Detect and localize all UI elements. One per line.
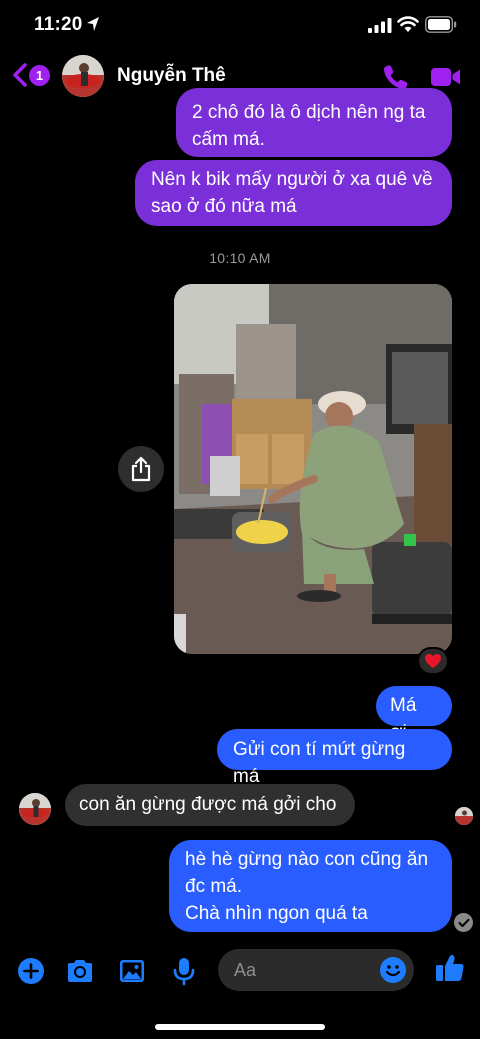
message-bubble-sent[interactable]: Má ơi bbox=[376, 686, 452, 743]
home-indicator[interactable] bbox=[155, 1024, 325, 1030]
message-text: đc má. bbox=[185, 876, 243, 897]
wifi-icon bbox=[397, 16, 419, 32]
battery-icon bbox=[425, 16, 457, 33]
heart-reaction[interactable] bbox=[417, 647, 449, 675]
message-text: cấm má. bbox=[192, 129, 265, 150]
message-text: con ăn gừng được má gởi cho bbox=[79, 794, 337, 815]
emoji-icon[interactable] bbox=[379, 956, 407, 984]
photo-message[interactable] bbox=[174, 284, 452, 654]
message-text: Nên k bik mấy người ở xa quê về bbox=[151, 169, 433, 190]
message-text: sao ở đó nữa má bbox=[151, 196, 297, 217]
message-bubble-sent[interactable]: Nên k bik mấy người ở xa quê về sao ở đó… bbox=[135, 160, 452, 226]
message-bubble-received[interactable]: Gửi con tí mứt gừng má con ăn gừng được … bbox=[65, 784, 355, 826]
message-text: Gửi con tí mứt gừng má bbox=[233, 739, 406, 787]
status-bar: 11:20 bbox=[0, 0, 480, 50]
camera-icon[interactable] bbox=[65, 956, 95, 986]
message-bubble-sent[interactable]: hè hè gừng nào con cũng ăn đc má. Chà nh… bbox=[169, 840, 452, 932]
delivered-check-icon bbox=[454, 913, 473, 932]
share-button[interactable] bbox=[118, 446, 164, 492]
message-text: Chà nhìn ngon quá ta bbox=[185, 903, 368, 924]
share-icon bbox=[131, 456, 151, 482]
message-input[interactable] bbox=[234, 949, 374, 991]
contact-avatar-small[interactable] bbox=[19, 793, 51, 825]
message-timestamp: 10:10 AM bbox=[209, 250, 271, 266]
seen-indicator-avatar bbox=[455, 807, 473, 825]
message-input-container[interactable] bbox=[218, 949, 414, 991]
video-camera-icon[interactable] bbox=[430, 65, 462, 89]
message-text: hè hè gừng nào con cũng ăn bbox=[185, 849, 429, 870]
plus-icon[interactable] bbox=[16, 956, 46, 986]
status-time: 11:20 bbox=[34, 14, 83, 35]
photo-image bbox=[174, 284, 452, 654]
heart-icon bbox=[425, 654, 441, 668]
microphone-icon[interactable] bbox=[169, 956, 199, 986]
contact-avatar[interactable] bbox=[62, 55, 104, 97]
contact-name[interactable]: Nguyễn Thê bbox=[117, 65, 226, 87]
phone-icon[interactable] bbox=[382, 63, 410, 91]
message-composer bbox=[0, 940, 480, 1000]
signal-icon bbox=[368, 18, 392, 33]
location-arrow-icon bbox=[87, 17, 99, 31]
back-chevron-icon[interactable] bbox=[12, 63, 28, 87]
message-bubble-sent[interactable]: Gửi con tí mứt gừng má bbox=[217, 729, 452, 787]
unread-badge[interactable]: 1 bbox=[29, 65, 50, 86]
message-bubble-sent[interactable]: 2 chô đó là ô dịch nên ng ta cấm má. bbox=[176, 88, 452, 157]
message-text: 2 chô đó là ô dịch nên ng ta bbox=[192, 102, 426, 123]
thumbs-up-icon[interactable] bbox=[434, 952, 466, 984]
image-icon[interactable] bbox=[117, 956, 147, 986]
